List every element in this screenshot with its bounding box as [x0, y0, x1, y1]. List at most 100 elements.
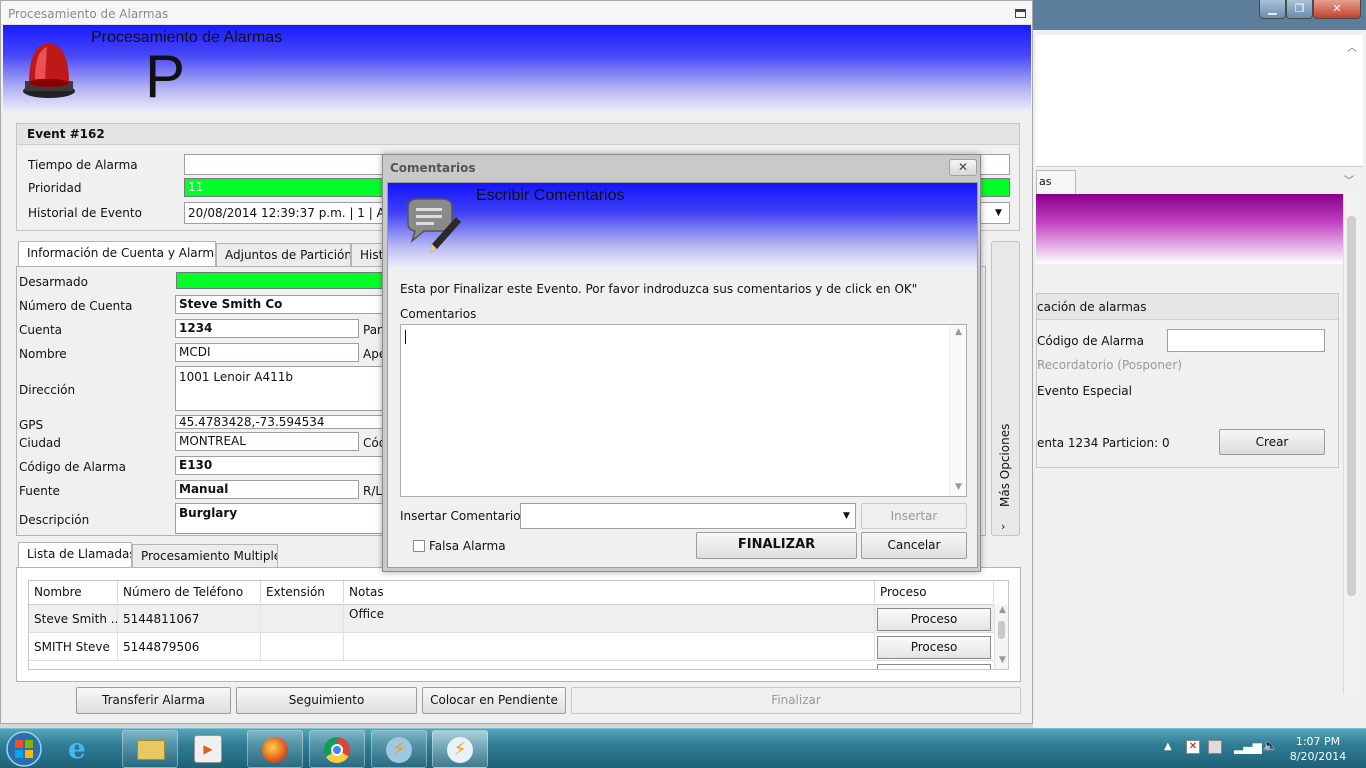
windows-logo-icon: [6, 731, 42, 767]
cell-nombre: Steve Smith ...: [29, 605, 118, 633]
show-hidden-icons-icon[interactable]: ▲: [1164, 741, 1172, 752]
dialog-banner-title: Escribir Comentarios: [476, 187, 625, 204]
background-panel: ︿: [1036, 35, 1363, 167]
tab-lista-llamadas[interactable]: Lista de Llamadas: [18, 542, 132, 568]
nombre-label: Nombre: [19, 347, 67, 361]
network-icon[interactable]: ▂▄▆: [1234, 740, 1262, 754]
prioridad-label: Prioridad: [28, 181, 82, 195]
taskbar: e ▶ ⚡ ⚡ ▲ ✕ ▂▄▆ 🔈 1:07 PM 8/20/2014: [0, 728, 1366, 768]
proceso-button-partial[interactable]: [877, 664, 991, 669]
taskbar-item-app-2[interactable]: ⚡: [432, 730, 488, 768]
restore-icon[interactable]: [1015, 9, 1026, 18]
scroll-thumb[interactable]: [998, 621, 1005, 639]
background-group: cación de alarmas Código de Alarma Recor…: [1036, 293, 1339, 468]
column-header-extension[interactable]: Extensión: [261, 581, 344, 603]
scroll-down-icon[interactable]: ▼: [994, 655, 1008, 665]
chevron-up-icon[interactable]: ︿: [1347, 39, 1357, 54]
scroll-down-icon[interactable]: ▼: [950, 482, 967, 492]
tray-app-icon[interactable]: [1208, 740, 1222, 754]
call-table-header: Nombre Número de Teléfono Extensión Nota…: [29, 581, 994, 605]
column-header-nombre[interactable]: Nombre: [29, 581, 118, 603]
clock-time: 1:07 PM: [1295, 735, 1341, 748]
falsa-alarma-label: Falsa Alarma: [429, 539, 506, 553]
finalizar-button[interactable]: Finalizar: [571, 687, 1021, 714]
cell-notas: [344, 633, 875, 661]
background-tab[interactable]: as: [1036, 170, 1076, 194]
colocar-pendiente-button[interactable]: Colocar en Pendiente: [422, 687, 566, 714]
chevron-down-icon[interactable]: ﹀: [1344, 172, 1354, 187]
system-clock[interactable]: 1:07 PM 8/20/2014: [1283, 734, 1353, 764]
dialog-close-button[interactable]: ✕: [949, 159, 977, 176]
cell-extension: [261, 605, 344, 633]
column-header-telefono[interactable]: Número de Teléfono: [118, 581, 261, 603]
call-table: Nombre Número de Teléfono Extensión Nota…: [28, 580, 1009, 670]
comentarios-dialog: Comentarios ✕ Escribir Comentarios Esta …: [382, 154, 981, 572]
background-window-caption: ▁ ❐ ✕: [1033, 0, 1366, 30]
speech-bubble-pencil-icon: [407, 198, 461, 253]
falsa-alarma-checkbox[interactable]: [413, 540, 425, 552]
lightning-icon: ⚡: [386, 737, 412, 763]
dialog-banner: Escribir Comentarios: [388, 183, 977, 267]
historial-value: 20/08/2014 12:39:37 p.m. | 1 | Alarm: [188, 206, 412, 220]
ciudad-field: MONTREAL: [175, 432, 359, 451]
media-player-icon[interactable]: ▶: [194, 735, 222, 763]
fuente-label: Fuente: [19, 484, 60, 498]
action-center-icon[interactable]: ✕: [1186, 740, 1200, 754]
taskbar-item-chrome[interactable]: [309, 730, 365, 768]
minimize-icon[interactable]: ▁: [1259, 0, 1286, 19]
table-row[interactable]: Steve Smith ... 5144811067 Office Proces…: [29, 605, 994, 633]
table-row[interactable]: SMITH Steve 5144879506 Proceso: [29, 633, 994, 661]
tab-procesamiento-multiple[interactable]: Procesamiento Multiple: [132, 544, 278, 567]
scroll-up-icon[interactable]: ▲: [950, 327, 967, 337]
insertar-button[interactable]: Insertar: [861, 503, 967, 529]
chevron-right-icon[interactable]: ›: [1001, 520, 1005, 533]
tab-adjuntos-particion[interactable]: Adjuntos de Partición: [216, 243, 351, 266]
internet-explorer-icon[interactable]: e: [68, 735, 108, 763]
direccion-field: 1001 Lenoir A411b: [175, 366, 385, 411]
dropdown-arrow-icon[interactable]: ▼: [843, 504, 850, 528]
tiempo-label: Tiempo de Alarma: [28, 158, 138, 172]
dialog-message: Esta por Finalizar este Evento. Por favo…: [400, 282, 918, 296]
mas-opciones-panel[interactable]: Más Opciones ›: [991, 241, 1020, 536]
banner-letter: P: [145, 43, 186, 110]
cell-telefono: 5144811067: [118, 605, 261, 633]
taskbar-item-firefox[interactable]: [247, 730, 303, 768]
start-button[interactable]: [4, 730, 44, 768]
banner-title: Procesamiento de Alarmas: [91, 29, 283, 46]
finalizar-dialog-button[interactable]: FINALIZAR: [696, 532, 857, 559]
descripcion-field: Burglary: [175, 503, 385, 534]
comentarios-textarea[interactable]: ▲ ▼: [400, 324, 967, 497]
scroll-up-icon[interactable]: ▲: [994, 605, 1008, 615]
transferir-alarma-button[interactable]: Transferir Alarma: [76, 687, 231, 714]
background-scroll-thumb[interactable]: [1347, 216, 1356, 596]
proceso-button[interactable]: Proceso: [877, 608, 991, 631]
insertar-comentario-dropdown[interactable]: ▼: [520, 503, 856, 529]
taskbar-item-app-1[interactable]: ⚡: [371, 730, 427, 768]
numero-cuenta-label: Número de Cuenta: [19, 299, 133, 313]
maximize-icon[interactable]: ❐: [1286, 0, 1313, 19]
call-table-scrollbar[interactable]: ▲ ▼: [994, 605, 1008, 669]
cuenta-field: 1234: [175, 319, 359, 338]
codigo-alarma-field: E130: [175, 456, 385, 475]
background-codigo-label: Código de Alarma: [1037, 334, 1144, 348]
background-group-header: cación de alarmas: [1037, 294, 1338, 320]
insertar-comentario-label: Insertar Comentario: [400, 509, 521, 523]
close-icon[interactable]: ✕: [1313, 0, 1361, 19]
dropdown-arrow-icon[interactable]: ▼: [995, 208, 1002, 218]
volume-icon[interactable]: 🔈: [1262, 739, 1278, 754]
cancelar-button[interactable]: Cancelar: [861, 532, 967, 559]
seguimiento-button[interactable]: Seguimiento: [236, 687, 417, 714]
proceso-button[interactable]: Proceso: [877, 636, 991, 659]
textarea-scrollbar[interactable]: ▲ ▼: [949, 325, 966, 496]
background-codigo-input[interactable]: [1167, 329, 1325, 352]
tab-informacion-cuenta[interactable]: Información de Cuenta y Alarma: [18, 241, 216, 267]
background-accent-banner: [1036, 194, 1343, 264]
background-scrollbar[interactable]: [1343, 194, 1360, 694]
chrome-icon: [324, 737, 350, 763]
taskbar-item-explorer[interactable]: [122, 730, 178, 768]
dialog-body: Escribir Comentarios Esta por Finalizar …: [387, 182, 978, 568]
crear-button[interactable]: Crear: [1219, 429, 1325, 455]
column-header-notas[interactable]: Notas: [344, 581, 875, 603]
column-header-proceso[interactable]: Proceso: [875, 581, 994, 603]
fuente-field: Manual: [175, 480, 359, 499]
